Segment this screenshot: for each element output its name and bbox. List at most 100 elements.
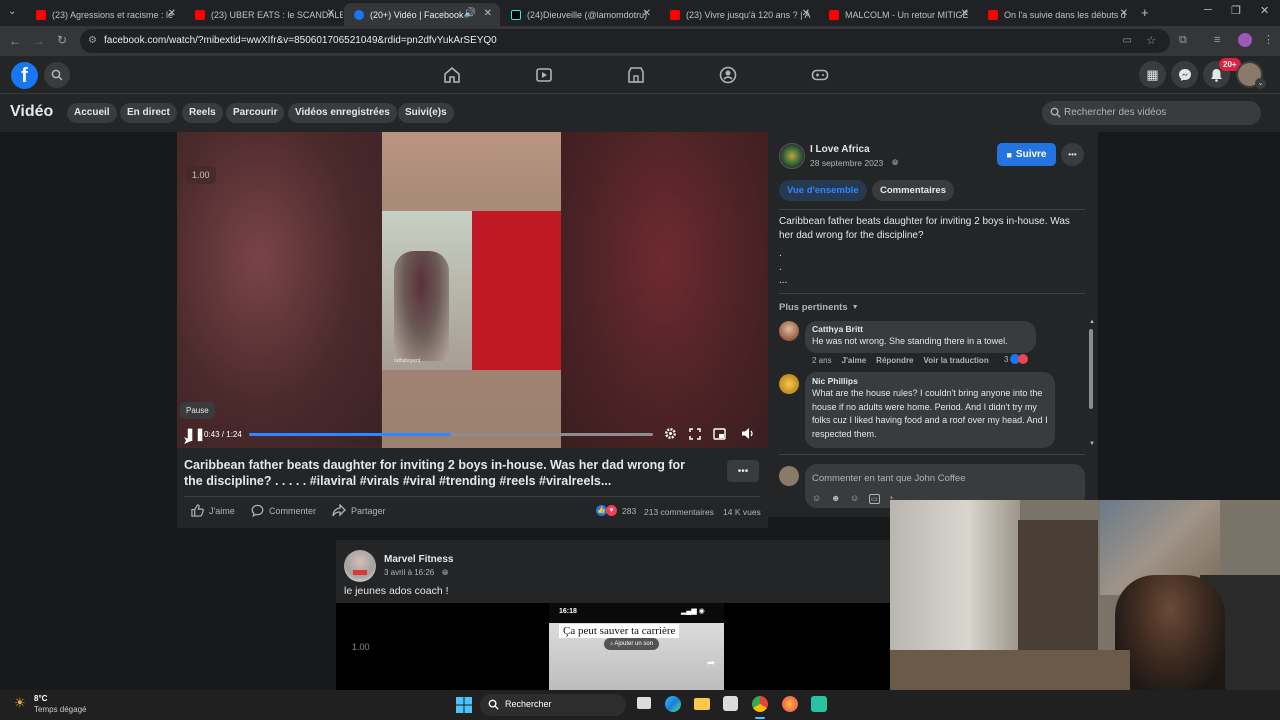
site-info-icon[interactable]: ⚙ (88, 29, 97, 53)
page-avatar[interactable] (779, 143, 805, 169)
media-controls-icon[interactable]: ≡ (1214, 34, 1220, 46)
url-field[interactable]: ⚙ facebook.com/watch/?mibextid=wwXIfr&v=… (80, 29, 1170, 53)
windows-start-icon[interactable] (456, 697, 472, 713)
close-tab-icon[interactable]: ✕ (168, 8, 176, 19)
gif-icon[interactable]: ▭ (869, 494, 880, 504)
browser-tab[interactable]: On l'a suivie dans les débuts d ✕ (978, 3, 1136, 26)
task-view-icon[interactable] (637, 697, 651, 709)
close-tab-icon[interactable]: ✕ (802, 8, 810, 19)
share-arrow-icon[interactable]: ➦ (707, 658, 715, 669)
bookmark-star-icon[interactable]: ☆ (1146, 29, 1156, 53)
avatar-sticker-icon[interactable]: ☺ (812, 493, 821, 503)
author-avatar[interactable] (344, 550, 376, 582)
tab-suivies[interactable]: Suivi(e)s (398, 103, 454, 123)
install-app-icon[interactable]: ▭ (1123, 29, 1132, 53)
extensions-icon[interactable]: ⧉ (1179, 34, 1187, 47)
menu-button[interactable]: ▦ (1139, 61, 1166, 88)
commenter-avatar[interactable] (779, 374, 799, 394)
tab-en-direct[interactable]: En direct (120, 103, 177, 123)
restore-window-icon[interactable]: ❐ (1231, 4, 1241, 17)
close-tab-icon[interactable]: ✕ (643, 8, 651, 19)
groups-icon[interactable] (719, 66, 737, 84)
close-window-icon[interactable]: ✕ (1260, 4, 1269, 17)
close-tab-icon[interactable]: ✕ (327, 8, 335, 19)
new-tab-icon[interactable]: + (1141, 5, 1149, 20)
chrome-icon[interactable] (752, 696, 768, 712)
reload-icon[interactable]: ↻ (57, 33, 67, 47)
page-name[interactable]: I Love Africa (810, 144, 870, 155)
video-player[interactable]: ruthsboyent 1.00 Pause ❚❚ 0:43 / 1:24 ➤ (177, 132, 768, 448)
reaction-summary[interactable]: 👍 ♥ 283 (596, 505, 636, 516)
comment-translate[interactable]: Voir la traduction (924, 356, 989, 365)
comment-like[interactable]: J'aime (842, 356, 867, 365)
close-tab-icon[interactable]: ✕ (1120, 8, 1128, 19)
scroll-down-icon[interactable]: ▼ (1089, 441, 1095, 447)
tab-videos-enregistrees[interactable]: Vidéos enregistrées (288, 103, 397, 123)
author-name[interactable]: Marvel Fitness (384, 554, 453, 565)
firefox-icon[interactable] (782, 696, 798, 712)
comment-author[interactable]: Nic Phillips (812, 376, 1048, 386)
scroll-up-icon[interactable]: ▲ (1089, 319, 1095, 325)
comment-author[interactable]: Catthya Britt (812, 324, 1029, 334)
minimize-window-icon[interactable]: ─ (1204, 4, 1212, 16)
comment-sort-dropdown[interactable]: Plus pertinents ▼ (779, 302, 859, 313)
tab-comments[interactable]: Commentaires (872, 180, 954, 201)
store-icon[interactable] (723, 696, 738, 711)
follow-button[interactable]: ■ Suivre (997, 143, 1056, 166)
taskbar-search[interactable]: Rechercher (480, 694, 626, 716)
home-icon[interactable] (443, 66, 461, 84)
back-icon[interactable]: ← (9, 34, 21, 48)
volume-icon[interactable] (741, 427, 755, 440)
comment-age[interactable]: 2 ans (812, 356, 832, 365)
tab-reels[interactable]: Reels (182, 103, 223, 123)
watch-icon[interactable] (535, 66, 553, 84)
account-chevron-icon[interactable]: ⌄ (1255, 78, 1266, 89)
video-preview[interactable]: 1.00 16:18 ▂▄▆ ◉ Ça peut sauver ta carri… (336, 603, 890, 690)
emoji-icon[interactable]: ☻ (831, 493, 840, 503)
video-search-field[interactable]: Rechercher des vidéos (1042, 101, 1261, 125)
browser-menu-icon[interactable]: ⋮ (1263, 33, 1274, 46)
fullscreen-icon[interactable] (689, 428, 701, 440)
tab-overview[interactable]: Vue d'ensemble (779, 180, 867, 201)
share-button[interactable]: Partager (332, 504, 386, 517)
comment-reactions[interactable]: 3 (1004, 354, 1029, 364)
temperature[interactable]: 8°C (34, 694, 47, 703)
comment-reply[interactable]: Répondre (876, 356, 913, 365)
edge-icon[interactable] (665, 696, 681, 712)
scroll-thumb[interactable] (1089, 329, 1093, 409)
weather-text[interactable]: Temps dégagé (34, 705, 86, 714)
close-tab-icon[interactable]: ✕ (484, 8, 492, 19)
commenter-avatar[interactable] (779, 321, 799, 341)
marketplace-icon[interactable] (627, 66, 645, 84)
browser-tab-active[interactable]: (20+) Vidéo | Facebook 🔊 ✕ (344, 3, 500, 26)
like-button[interactable]: J'aime (191, 504, 235, 517)
browser-tab[interactable]: (24)Dieuveille (@lamomdotru) ✕ (501, 3, 659, 26)
comments-scrollbar[interactable]: ▲ ▼ (1089, 319, 1095, 449)
post-date[interactable]: 28 septembre 2023 (810, 158, 883, 168)
profile-avatar-icon[interactable] (1238, 33, 1252, 47)
browser-tab[interactable]: MALCOLM - Un retour MITIGÉ ✕ (819, 3, 977, 26)
browser-tab[interactable]: (23) UBER EATS : le SCANDALE ✕ (185, 3, 343, 26)
facebook-logo[interactable]: f (11, 62, 38, 89)
search-button[interactable] (44, 62, 70, 88)
settings-gear-icon[interactable] (664, 427, 677, 440)
miniplayer-icon[interactable] (713, 428, 726, 440)
page-more-button[interactable]: ••• (1061, 143, 1084, 166)
forward-icon[interactable]: → (33, 34, 45, 48)
post-date[interactable]: 3 avril à 16:26 (384, 568, 434, 577)
browser-tab[interactable]: (23) Agressions et racisme : le ✕ (26, 3, 184, 26)
messenger-button[interactable] (1171, 61, 1198, 88)
gaming-icon[interactable] (811, 66, 829, 84)
browser-tab[interactable]: (23) Vivre jusqu'à 120 ans ? | A ✕ (660, 3, 818, 26)
file-explorer-icon[interactable] (694, 698, 710, 710)
comment-count[interactable]: 213 commentaires (644, 507, 714, 517)
progress-track[interactable] (249, 433, 653, 436)
smile-icon[interactable]: ☺ (850, 493, 859, 503)
comment-button[interactable]: Commenter (251, 504, 316, 517)
add-sound-chip[interactable]: ♪ Ajouter un son (604, 638, 660, 650)
post-more-button[interactable]: ••• (727, 460, 759, 482)
tab-accueil[interactable]: Accueil (67, 103, 117, 123)
tab-audio-icon[interactable]: 🔊 (464, 8, 476, 19)
tab-parcourir[interactable]: Parcourir (226, 103, 285, 123)
close-tab-icon[interactable]: ✕ (961, 8, 969, 19)
